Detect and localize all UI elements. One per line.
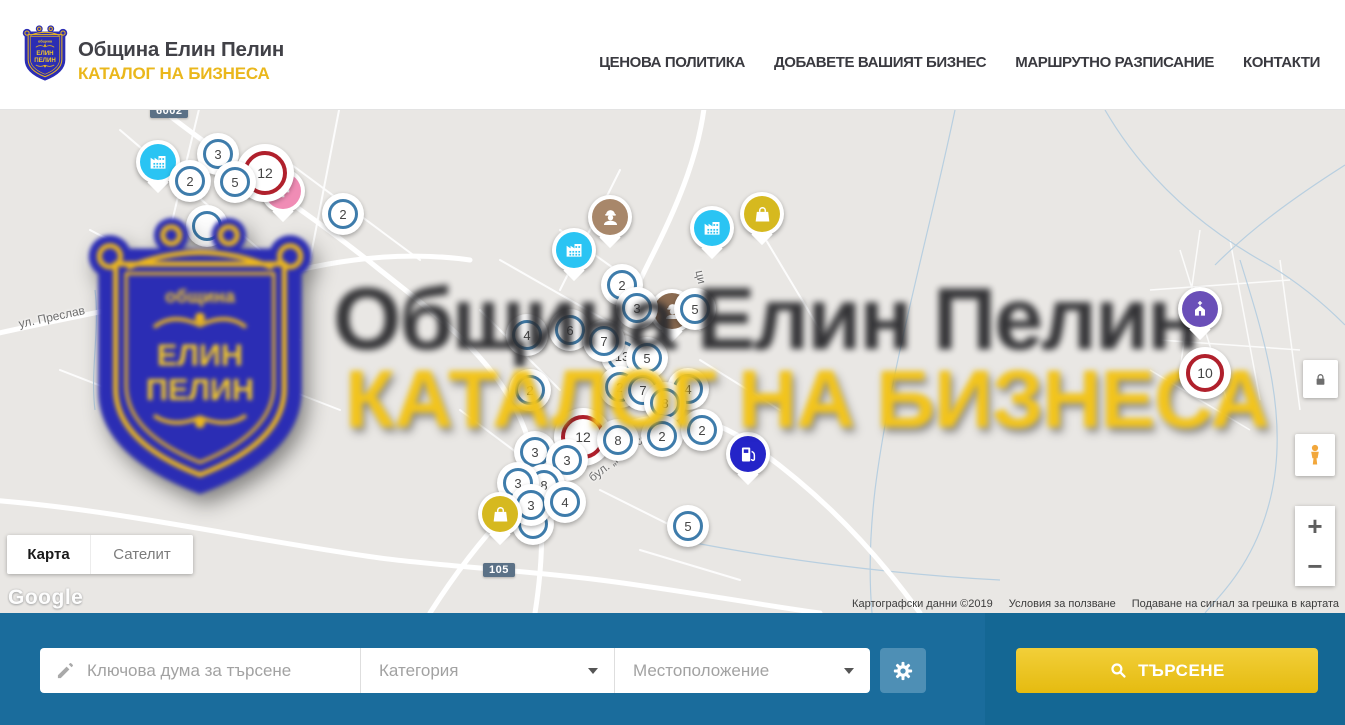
map-cluster[interactable]: 10 (1179, 347, 1231, 399)
google-logo[interactable]: Google (8, 586, 83, 610)
map-view-button[interactable]: Карта (7, 535, 91, 574)
site-logo[interactable]: Община Елин Пелин КАТАЛОГ НА БИЗНЕСА (22, 24, 284, 84)
search-icon (1109, 661, 1128, 680)
chevron-down-icon (588, 668, 598, 674)
nav-item-0[interactable]: ЦЕНОВА ПОЛИТИКА (599, 54, 745, 71)
markers-layer-top: 10 (0, 110, 1345, 613)
location-placeholder: Местоположение (633, 661, 844, 681)
zoom-in-button[interactable]: + (1295, 506, 1335, 546)
gear-icon (892, 660, 914, 682)
satellite-view-button[interactable]: Сателит (91, 535, 193, 574)
site-subtitle: КАТАЛОГ НА БИЗНЕСА (78, 64, 284, 84)
search-input-group: Категория Местоположение (40, 648, 870, 693)
search-bar: Категория Местоположение ТЪРСЕНЕ (0, 613, 1345, 725)
nav-item-1[interactable]: ДОБАВЕТЕ ВАШИЯТ БИЗНЕС (774, 54, 986, 71)
header: Община Елин Пелин КАТАЛОГ НА БИЗНЕСА ЦЕН… (0, 0, 1345, 110)
nav-item-2[interactable]: МАРШРУТНО РАЗПИСАНИЕ (1015, 54, 1214, 71)
street-view-pegman[interactable] (1295, 434, 1335, 476)
zoom-out-button[interactable]: − (1295, 546, 1335, 586)
search-button-label: ТЪРСЕНЕ (1138, 661, 1225, 681)
attribution-link[interactable]: Условия за ползване (1009, 598, 1116, 610)
pencil-icon (55, 661, 75, 681)
search-button[interactable]: ТЪРСЕНЕ (1016, 648, 1318, 693)
zoom-control: + − (1295, 506, 1335, 586)
category-placeholder: Категория (379, 661, 588, 681)
attribution-text: Картографски данни ©2019 (852, 598, 993, 610)
map-pin-church[interactable] (1178, 287, 1222, 331)
site-title: Община Елин Пелин (78, 38, 284, 62)
pegman-icon (1303, 443, 1327, 467)
padlock-icon (1312, 371, 1329, 388)
lock-control[interactable] (1303, 360, 1338, 398)
keyword-section (40, 648, 360, 693)
chevron-down-icon (844, 668, 854, 674)
category-select[interactable]: Категория (361, 648, 614, 693)
advanced-settings-button[interactable] (880, 648, 926, 693)
nav-item-3[interactable]: КОНТАКТИ (1243, 54, 1320, 71)
attribution-link[interactable]: Подаване на сигнал за грешка в картата (1132, 598, 1339, 610)
map-attribution: Картографски данни ©2019 Условия за ползв… (852, 598, 1339, 610)
map-type-control: Карта Сателит (7, 535, 193, 574)
map-canvas[interactable]: ул. Преславбул. „Новоселци6002105 312252… (0, 110, 1345, 613)
keyword-search-input[interactable] (87, 661, 352, 681)
location-select[interactable]: Местоположение (615, 648, 870, 693)
main-nav: ЦЕНОВА ПОЛИТИКА ДОБАВЕТЕ ВАШИЯТ БИЗНЕС МАР… (599, 54, 1320, 71)
municipality-crest-icon (22, 24, 68, 82)
